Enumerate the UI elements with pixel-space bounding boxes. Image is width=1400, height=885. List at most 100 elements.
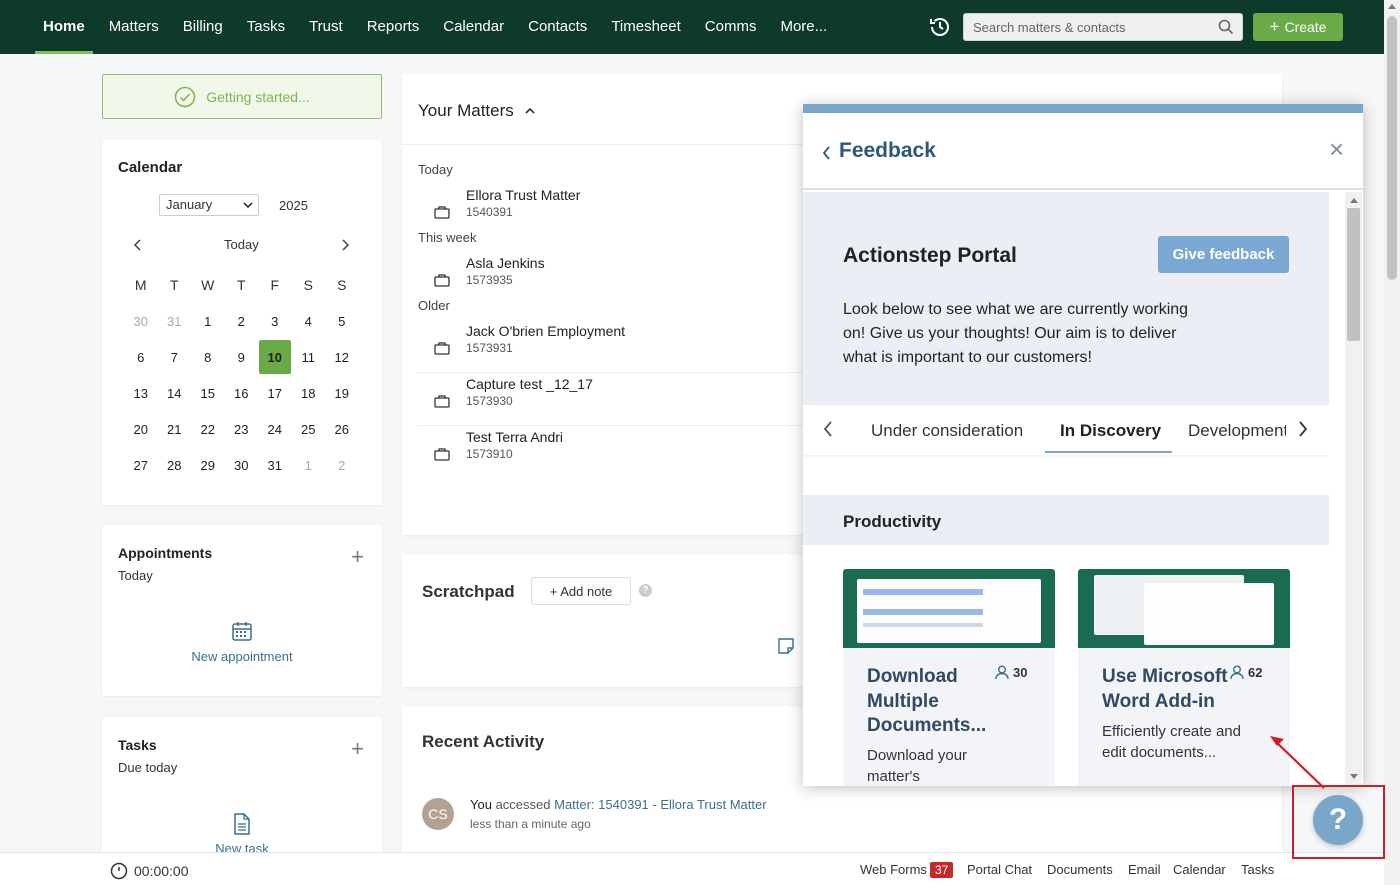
calendar-day[interactable]: 31 [158,303,192,339]
calendar-day[interactable]: 13 [124,375,158,411]
activity-matter-link[interactable]: Matter: 1540391 - Ellora Trust Matter [554,797,766,812]
tabs-prev-icon[interactable] [823,421,833,437]
calendar-day[interactable]: 2 [225,303,259,339]
document-icon[interactable] [233,813,251,835]
add-appointment-icon[interactable]: + [351,546,364,568]
back-icon[interactable] [823,146,831,160]
nav-billing[interactable]: Billing [171,0,235,54]
calendar-day[interactable]: 30 [124,303,158,339]
nav-trust[interactable]: Trust [297,0,355,54]
matter-item[interactable]: Asla Jenkins 1573935 [418,253,828,305]
feature-card[interactable]: Download Multiple Documents... 30 Downlo… [843,569,1055,786]
matter-item[interactable]: Capture test _12_17 1573930 [418,374,828,426]
matter-name[interactable]: Jack O'brien Employment [466,323,625,339]
calendar-icon[interactable] [231,620,253,642]
calendar-day[interactable]: 26 [325,411,359,447]
calendar-day[interactable]: 20 [124,411,158,447]
calendar-day-selected[interactable]: 10 [259,340,291,374]
nav-home[interactable]: Home [31,0,97,54]
next-month-icon[interactable] [340,239,350,251]
scrollbar-thumb[interactable] [1347,208,1360,341]
give-feedback-button[interactable]: Give feedback [1158,236,1289,273]
tabs-next-icon[interactable] [1298,421,1308,437]
calendar-day[interactable]: 24 [258,411,292,447]
calendar-day[interactable]: 30 [225,447,259,483]
calendar-day[interactable]: 27 [124,447,158,483]
matters-title[interactable]: Your Matters [418,101,536,121]
today-button[interactable]: Today [224,237,259,252]
calendar-day[interactable]: 9 [225,339,259,375]
close-icon[interactable]: × [1329,136,1344,162]
getting-started-button[interactable]: Getting started... [102,74,382,119]
sticky-note-icon[interactable] [777,637,795,655]
year-label[interactable]: 2025 [279,198,308,213]
scroll-down-icon[interactable] [1350,774,1358,780]
scrollbar-thumb[interactable] [1387,16,1397,280]
nav-timesheet[interactable]: Timesheet [599,0,692,54]
stopwatch-icon[interactable] [110,862,128,880]
matter-name[interactable]: Test Terra Andri [466,429,563,445]
help-icon[interactable]: ? [639,584,652,597]
create-button[interactable]: + Create [1253,13,1343,41]
search-input[interactable] [964,14,1204,40]
calendar-day[interactable]: 25 [292,411,326,447]
month-select[interactable]: January [159,194,259,216]
chevron-up-icon[interactable] [524,106,536,116]
calendar-day[interactable]: 21 [158,411,192,447]
help-button[interactable]: ? [1313,795,1363,845]
history-icon[interactable] [928,15,952,39]
nav-contacts[interactable]: Contacts [516,0,599,54]
web-forms-link[interactable]: Web Forms 37 [860,862,954,878]
documents-link[interactable]: Documents [1047,862,1113,877]
tab-under-consideration[interactable]: Under consideration [871,421,1023,441]
calendar-day[interactable]: 14 [158,375,192,411]
matter-item[interactable]: Test Terra Andri 1573910 [418,427,828,479]
new-appointment-link[interactable]: New appointment [102,649,382,664]
calendar-day[interactable]: 22 [191,411,225,447]
nav-reports[interactable]: Reports [355,0,432,54]
calendar-day[interactable]: 4 [292,303,326,339]
calendar-day[interactable]: 11 [292,339,326,375]
tab-development[interactable]: Development [1188,421,1286,441]
matter-name[interactable]: Ellora Trust Matter [466,187,580,203]
calendar-day[interactable]: 6 [124,339,158,375]
scroll-up-icon[interactable] [1350,197,1358,203]
calendar-day[interactable]: 18 [292,375,326,411]
prev-month-icon[interactable] [133,239,143,251]
tasks-link[interactable]: Tasks [1241,862,1274,877]
calendar-day[interactable]: 23 [225,411,259,447]
calendar-day[interactable]: 8 [191,339,225,375]
search-icon[interactable] [1218,19,1234,35]
calendar-day[interactable]: 5 [325,303,359,339]
nav-calendar[interactable]: Calendar [431,0,516,54]
matter-item[interactable]: Jack O'brien Employment 1573931 [418,321,828,373]
calendar-day[interactable]: 1 [191,303,225,339]
timer[interactable]: 00:00:00 [110,862,189,880]
tab-in-discovery[interactable]: In Discovery [1060,421,1161,441]
calendar-day[interactable]: 28 [158,447,192,483]
calendar-link[interactable]: Calendar [1173,862,1226,877]
matter-item[interactable]: Ellora Trust Matter 1540391 [418,185,828,237]
calendar-day[interactable]: 7 [158,339,192,375]
scroll-up-icon[interactable] [1388,4,1396,9]
email-link[interactable]: Email [1128,862,1161,877]
nav-tasks[interactable]: Tasks [235,0,297,54]
calendar-day[interactable]: 17 [258,375,292,411]
calendar-day[interactable]: 16 [225,375,259,411]
calendar-day[interactable]: 12 [325,339,359,375]
nav-more[interactable]: More... [768,0,839,54]
matter-name[interactable]: Asla Jenkins [466,255,545,271]
nav-matters[interactable]: Matters [97,0,171,54]
matter-name[interactable]: Capture test _12_17 [466,376,593,392]
page-scrollbar[interactable] [1384,0,1400,885]
add-task-icon[interactable]: + [351,738,364,760]
add-note-button[interactable]: + Add note [531,577,631,605]
calendar-day[interactable]: 15 [191,375,225,411]
portal-chat-link[interactable]: Portal Chat [967,862,1032,877]
calendar-day[interactable]: 2 [325,447,359,483]
feedback-scrollbar[interactable] [1329,192,1363,786]
calendar-day[interactable]: 3 [258,303,292,339]
calendar-day[interactable]: 19 [325,375,359,411]
calendar-day[interactable]: 1 [292,447,326,483]
feature-card[interactable]: Use Microsoft Word Add-in 62 Efficiently… [1078,569,1290,786]
